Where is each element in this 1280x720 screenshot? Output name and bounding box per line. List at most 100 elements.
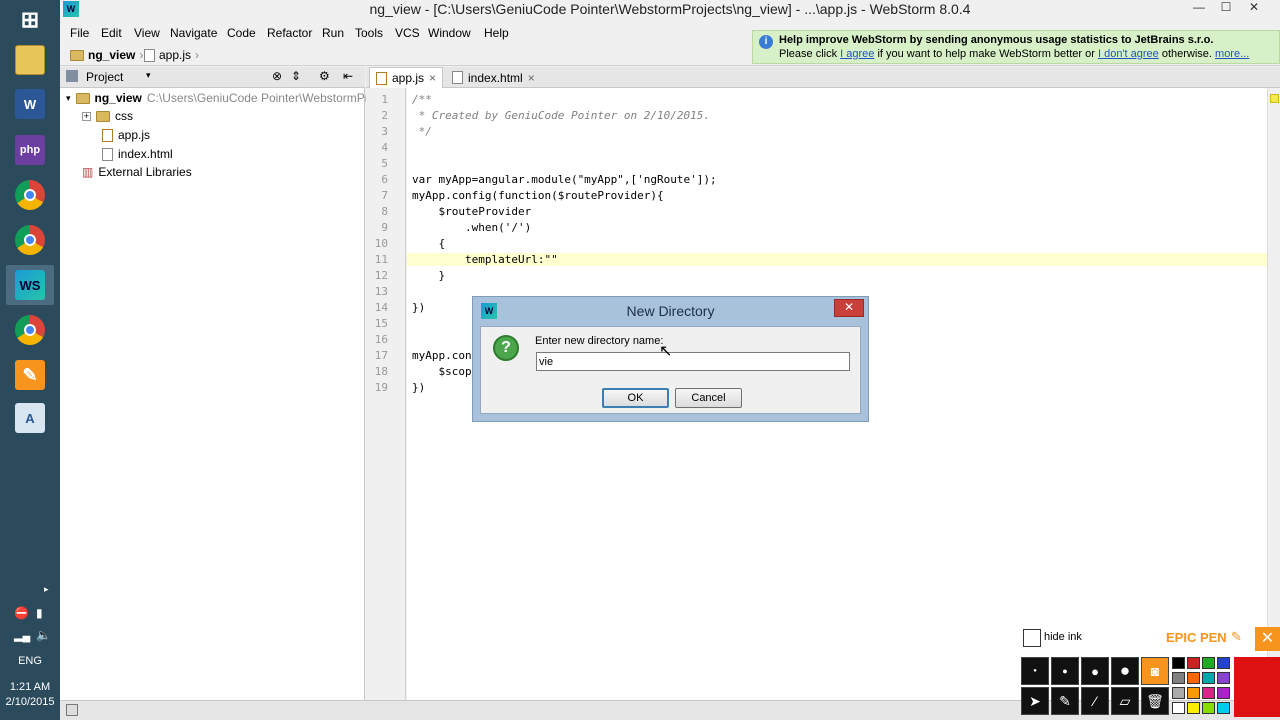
agree-link[interactable]: I agree bbox=[840, 48, 874, 60]
tree-item-external-libraries[interactable]: ▥ External Libraries bbox=[82, 163, 192, 181]
menu-view[interactable]: View bbox=[134, 26, 160, 40]
tree-item-app-js[interactable]: app.js bbox=[102, 126, 150, 144]
color-swatch[interactable] bbox=[1172, 702, 1185, 714]
menu-refactor[interactable]: Refactor bbox=[267, 26, 312, 40]
brush-size-4[interactable]: ● bbox=[1111, 657, 1139, 685]
epic-pen-button[interactable]: ✎ bbox=[6, 355, 54, 395]
color-swatch[interactable] bbox=[1217, 702, 1230, 714]
maximize-button[interactable]: ☐ bbox=[1212, 0, 1240, 18]
highlighter-tool[interactable]: ⁄ bbox=[1081, 687, 1109, 715]
brush-size-1[interactable]: ● bbox=[1021, 657, 1049, 685]
code-line[interactable]: templateUrl:"" bbox=[407, 253, 1267, 266]
breadcrumb-project[interactable]: ng_view › bbox=[70, 48, 143, 62]
code-line[interactable]: { bbox=[412, 237, 445, 250]
language-indicator[interactable]: ENG bbox=[0, 655, 60, 667]
screenshot-button[interactable]: ◙ bbox=[1141, 657, 1169, 685]
code-line[interactable]: }) bbox=[412, 381, 425, 394]
menu-tools[interactable]: Tools bbox=[355, 26, 383, 40]
chrome-2-button[interactable] bbox=[6, 310, 54, 350]
menu-vcs[interactable]: VCS bbox=[395, 26, 420, 40]
clock-time[interactable]: 1:21 AM bbox=[0, 681, 60, 693]
epic-pen-close-button[interactable]: ✕ bbox=[1255, 627, 1280, 651]
menu-edit[interactable]: Edit bbox=[101, 26, 122, 40]
directory-name-input[interactable] bbox=[536, 352, 850, 371]
disagree-link[interactable]: I don't agree bbox=[1098, 48, 1159, 60]
menu-navigate[interactable]: Navigate bbox=[170, 26, 217, 40]
color-swatch[interactable] bbox=[1217, 657, 1230, 669]
code-line[interactable]: */ bbox=[412, 125, 432, 138]
menu-file[interactable]: File bbox=[70, 26, 89, 40]
code-line[interactable]: myApp.config(function($routeProvider){ bbox=[412, 189, 664, 202]
code-line[interactable]: $scop bbox=[412, 365, 471, 378]
gear-icon[interactable]: ⚙ bbox=[319, 69, 330, 83]
color-swatch[interactable] bbox=[1217, 672, 1230, 684]
hide-ink-checkbox[interactable] bbox=[1023, 629, 1041, 647]
menu-code[interactable]: Code bbox=[227, 26, 256, 40]
dialog-close-button[interactable]: ✕ bbox=[834, 299, 864, 317]
inspection-status-icon[interactable] bbox=[1270, 94, 1279, 103]
eraser-tool[interactable]: ▱ bbox=[1111, 687, 1139, 715]
chrome-canary-button[interactable] bbox=[6, 175, 54, 215]
code-line[interactable]: }) bbox=[412, 301, 425, 314]
active-color-swatch[interactable] bbox=[1234, 657, 1280, 717]
color-swatch[interactable] bbox=[1217, 687, 1230, 699]
color-swatch[interactable] bbox=[1202, 687, 1215, 699]
start-button[interactable]: ⊞ bbox=[6, 0, 54, 40]
brush-size-2[interactable]: ● bbox=[1051, 657, 1079, 685]
cancel-button[interactable]: Cancel bbox=[675, 388, 742, 408]
code-line[interactable]: } bbox=[412, 269, 445, 282]
notes-button[interactable]: A bbox=[6, 398, 54, 438]
project-view-selector[interactable]: Project bbox=[86, 70, 123, 84]
expand-plus-icon[interactable]: + bbox=[82, 111, 91, 121]
code-line[interactable]: myApp.con bbox=[412, 349, 472, 362]
close-tab-icon[interactable]: × bbox=[528, 71, 535, 85]
chevron-down-icon[interactable]: ▾ bbox=[146, 70, 151, 81]
pen-tool[interactable]: ✎ bbox=[1051, 687, 1079, 715]
more-link[interactable]: more... bbox=[1215, 48, 1249, 60]
code-line[interactable]: .when('/') bbox=[412, 221, 531, 234]
color-swatch[interactable] bbox=[1187, 657, 1200, 669]
close-tab-icon[interactable]: × bbox=[429, 71, 436, 85]
tree-root[interactable]: ▾ ng_view C:\Users\GeniuCode Pointer\Web… bbox=[66, 89, 378, 107]
color-swatch[interactable] bbox=[1187, 687, 1200, 699]
tab-index-html[interactable]: index.html × bbox=[446, 67, 541, 88]
scroll-from-source-icon[interactable]: ⊗ bbox=[272, 69, 282, 83]
tree-item-index-html[interactable]: index.html bbox=[102, 145, 173, 163]
battery-icon[interactable]: ▮ bbox=[36, 606, 43, 620]
color-swatch[interactable] bbox=[1172, 672, 1185, 684]
menu-help[interactable]: Help bbox=[484, 26, 509, 40]
tray-expand-icon[interactable]: ▸ bbox=[44, 584, 49, 595]
brush-size-3[interactable]: ● bbox=[1081, 657, 1109, 685]
webstorm-button[interactable]: WS bbox=[6, 265, 54, 305]
color-swatch[interactable] bbox=[1187, 672, 1200, 684]
chrome-button[interactable] bbox=[6, 220, 54, 260]
close-window-button[interactable]: ✕ bbox=[1240, 0, 1268, 18]
network-icon[interactable]: ⛔ bbox=[14, 606, 29, 620]
tree-item-css[interactable]: + css bbox=[82, 107, 133, 125]
code-line[interactable]: $routeProvider bbox=[412, 205, 531, 218]
code-line[interactable]: var myApp=angular.module("myApp",['ngRou… bbox=[412, 173, 717, 186]
collapse-all-icon[interactable]: ⇕ bbox=[291, 69, 301, 83]
file-explorer-button[interactable] bbox=[6, 40, 54, 80]
cursor-tool[interactable]: ➤ bbox=[1021, 687, 1049, 715]
ok-button[interactable]: OK bbox=[602, 388, 669, 408]
color-swatch[interactable] bbox=[1187, 702, 1200, 714]
color-swatch[interactable] bbox=[1202, 657, 1215, 669]
dialog-title-bar[interactable]: W New Directory ✕ bbox=[473, 297, 868, 325]
color-swatch[interactable] bbox=[1172, 687, 1185, 699]
signal-icon[interactable]: ▂▄ bbox=[14, 629, 30, 642]
menu-window[interactable]: Window bbox=[428, 26, 471, 40]
minimize-button[interactable]: — bbox=[1185, 0, 1213, 18]
color-swatch[interactable] bbox=[1202, 672, 1215, 684]
word-button[interactable]: W bbox=[6, 84, 54, 124]
tool-window-toggle-icon[interactable] bbox=[66, 704, 78, 716]
color-swatch[interactable] bbox=[1202, 702, 1215, 714]
code-line[interactable]: /** bbox=[412, 93, 432, 106]
volume-icon[interactable]: 🔈 bbox=[36, 628, 51, 642]
menu-run[interactable]: Run bbox=[322, 26, 344, 40]
tab-app-js[interactable]: app.js × bbox=[369, 67, 444, 88]
color-swatch[interactable] bbox=[1172, 657, 1185, 669]
clear-all-button[interactable]: 🗑 bbox=[1141, 687, 1169, 715]
code-line[interactable]: * Created by GeniuCode Pointer on 2/10/2… bbox=[412, 109, 710, 122]
hide-panel-icon[interactable]: ⇤ bbox=[343, 69, 353, 83]
